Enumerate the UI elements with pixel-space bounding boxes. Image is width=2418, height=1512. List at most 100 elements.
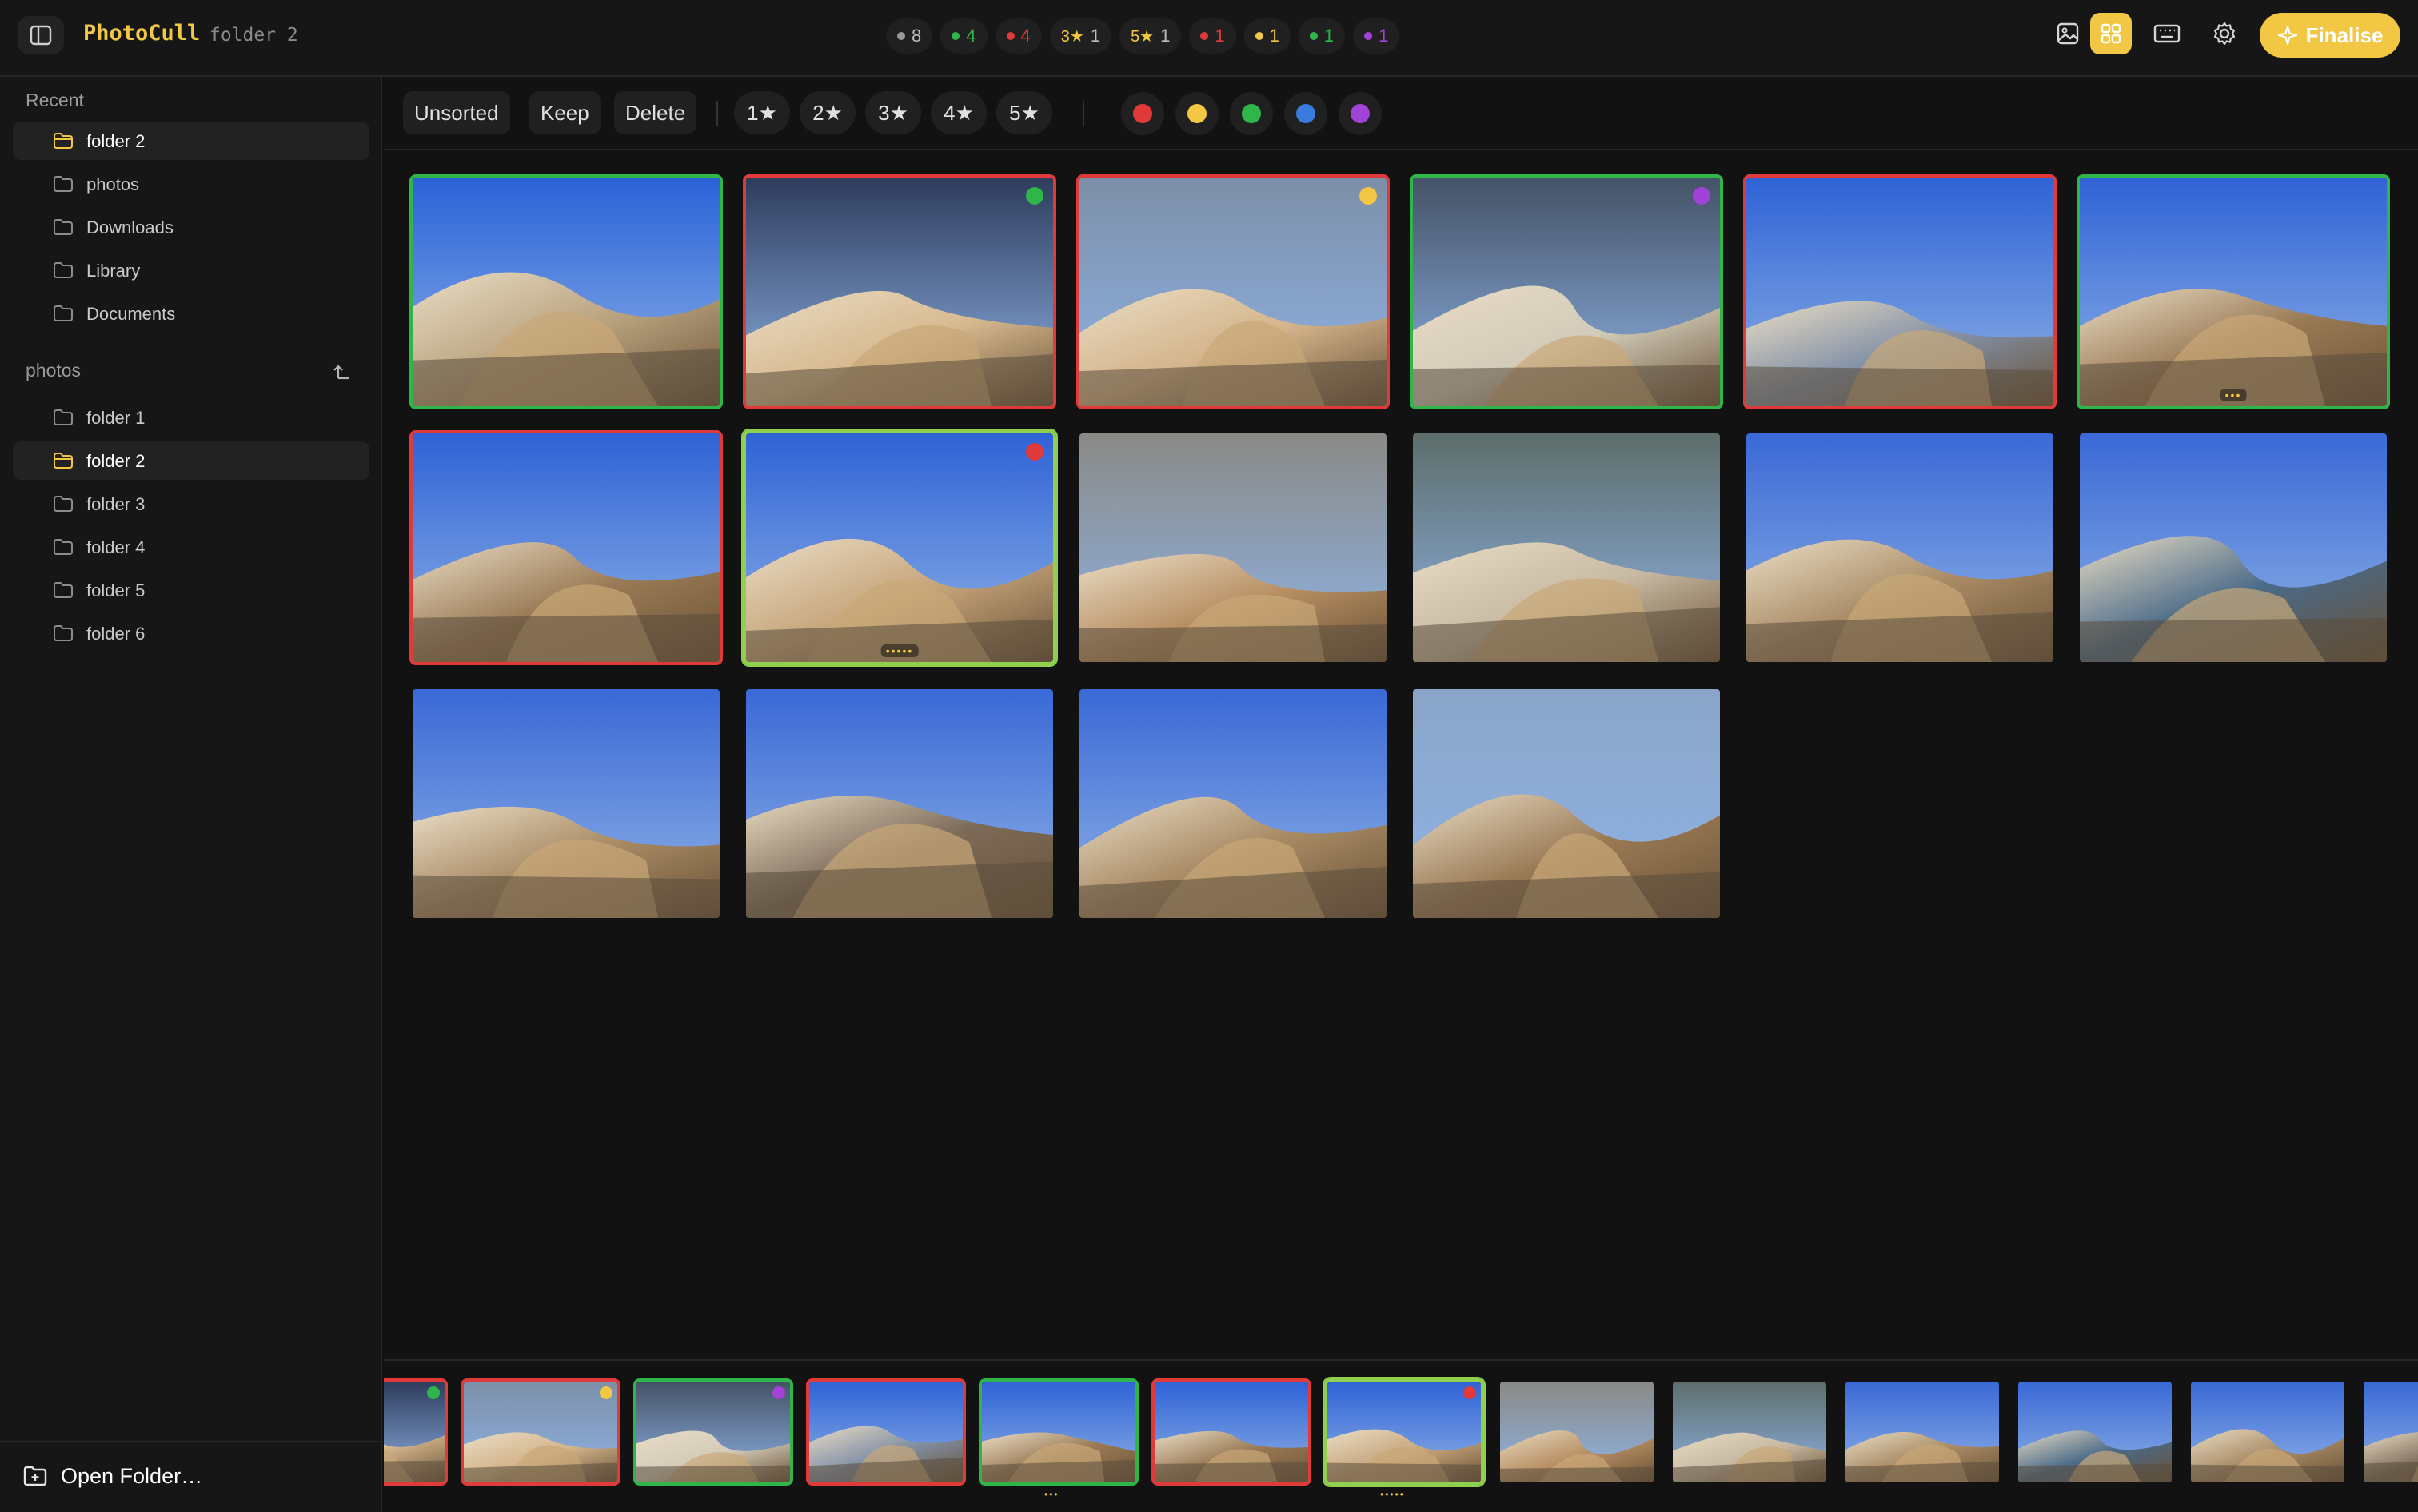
photo-tile[interactable]: [409, 174, 723, 409]
recent-heading: Recent: [26, 90, 84, 110]
filmstrip-thumb[interactable]: [2360, 1378, 2418, 1486]
sidebar-item-folder-5[interactable]: folder 5: [13, 571, 369, 609]
single-view-button[interactable]: [2047, 13, 2089, 54]
filmstrip-thumb[interactable]: [1497, 1378, 1657, 1486]
app-title: PhotoCull: [83, 21, 201, 46]
grid-view-button[interactable]: [2090, 13, 2132, 54]
stat-chip: 4: [995, 18, 1042, 54]
go-up-icon[interactable]: [331, 361, 352, 386]
sidebar-item-library[interactable]: Library: [13, 251, 369, 289]
photo-thumbnail: [413, 433, 720, 662]
sidebar-item-folder-3[interactable]: folder 3: [13, 485, 369, 523]
filmstrip-thumb[interactable]: [461, 1378, 620, 1486]
filter-3-star-button[interactable]: 3★: [865, 91, 921, 134]
folder-icon: [53, 409, 74, 431]
sidebar-item-downloads[interactable]: Downloads: [13, 208, 369, 246]
photo-tile[interactable]: •••••: [743, 430, 1056, 665]
stat-star-label: 3★: [1060, 27, 1084, 46]
stat-count: 1: [1160, 26, 1171, 46]
filmstrip-thumbnail: [1327, 1382, 1481, 1482]
filmstrip-thumb[interactable]: [1324, 1378, 1484, 1486]
filmstrip-thumb[interactable]: [979, 1378, 1139, 1486]
filter-yellow-button[interactable]: [1175, 92, 1219, 135]
sidebar-item-folder-2[interactable]: folder 2: [13, 122, 369, 160]
sidebar-item-folder-6[interactable]: folder 6: [13, 614, 369, 652]
filmstrip-thumb[interactable]: [1670, 1378, 1829, 1486]
filmstrip-thumb[interactable]: [2188, 1378, 2348, 1486]
color-label-dot-icon: [427, 1386, 440, 1399]
photo-tile[interactable]: [1410, 686, 1723, 921]
stat-chip: 3★ 1: [1049, 18, 1112, 54]
photo-thumbnail: [746, 689, 1053, 918]
filter-blue-button[interactable]: [1284, 92, 1327, 135]
sidebar-item-documents[interactable]: Documents: [13, 294, 369, 333]
photo-tile[interactable]: [1410, 430, 1723, 665]
filter-5-star-button[interactable]: 5★: [996, 91, 1052, 134]
sidebar-toggle-button[interactable]: [18, 16, 64, 54]
photo-tile[interactable]: [1410, 174, 1723, 409]
stat-count: 1: [1269, 26, 1279, 46]
rating-dots: •••: [1044, 1489, 1059, 1500]
filter-4-star-button[interactable]: 4★: [931, 91, 987, 134]
open-folder-button[interactable]: Open Folder…: [22, 1460, 202, 1492]
finalise-button[interactable]: Finalise: [2260, 13, 2400, 58]
filter-red-button[interactable]: [1121, 92, 1164, 135]
filmstrip-thumbnail: [464, 1382, 617, 1482]
folder-icon: [53, 495, 74, 517]
photo-tile[interactable]: [743, 686, 1056, 921]
photo-tile[interactable]: [409, 430, 723, 665]
filter-delete-button[interactable]: Delete: [614, 91, 697, 134]
stat-dot-icon: [1364, 32, 1373, 40]
filter-keep-button[interactable]: Keep: [529, 91, 601, 134]
stat-chip: 1: [1298, 18, 1346, 54]
photo-thumbnail: [1079, 178, 1387, 406]
open-folder-label: Open Folder…: [61, 1463, 203, 1488]
sidebar-item-folder-1[interactable]: folder 1: [13, 398, 369, 437]
photo-tile[interactable]: [743, 174, 1056, 409]
settings-button[interactable]: [2204, 13, 2245, 54]
folder-icon: [53, 218, 74, 241]
filter-purple-button[interactable]: [1339, 92, 1382, 135]
photo-tile[interactable]: [1076, 430, 1390, 665]
keyboard-shortcuts-button[interactable]: [2146, 13, 2188, 54]
sidebar-item-label: Library: [86, 261, 141, 281]
filter-green-button[interactable]: [1230, 92, 1273, 135]
stat-chip: 8: [886, 18, 933, 54]
filter-2-star-button[interactable]: 2★: [800, 91, 856, 134]
stats-bar: 8 4 4 3★ 1 5★ 1 1 1 1 1: [886, 18, 1400, 54]
photo-tile[interactable]: [1743, 174, 2057, 409]
photo-tile[interactable]: [1076, 174, 1390, 409]
filter-unsorted-button[interactable]: Unsorted: [403, 91, 510, 134]
stat-count: 4: [966, 26, 976, 46]
sidebar-toggle-icon: [30, 25, 52, 46]
filmstrip-thumbnail: [809, 1382, 963, 1482]
photo-tile[interactable]: [2077, 430, 2390, 665]
sidebar-item-photos[interactable]: photos: [13, 165, 369, 203]
filmstrip-thumbnail: [1673, 1382, 1826, 1482]
folder-icon: [53, 538, 74, 561]
filmstrip-thumb[interactable]: [2015, 1378, 2175, 1486]
keyboard-icon: [2153, 24, 2181, 43]
photo-thumbnail: [1413, 689, 1720, 918]
color-dot-icon: [1296, 104, 1315, 123]
filmstrip-thumb[interactable]: [1151, 1378, 1311, 1486]
filmstrip-thumb[interactable]: [633, 1378, 793, 1486]
filmstrip-thumb[interactable]: [1842, 1378, 2002, 1486]
photo-tile[interactable]: [409, 686, 723, 921]
filter-1-star-button[interactable]: 1★: [734, 91, 790, 134]
sidebar-item-folder-2[interactable]: folder 2: [13, 441, 369, 480]
sidebar-item-label: folder 1: [86, 408, 146, 428]
stat-chip: 1: [1243, 18, 1291, 54]
filmstrip-thumb[interactable]: [384, 1378, 448, 1486]
stat-dot-icon: [897, 32, 905, 40]
sidebar-item-label: folder 2: [86, 451, 146, 471]
stat-count: 1: [1323, 26, 1335, 46]
photo-tile[interactable]: [1076, 686, 1390, 921]
photo-thumbnail: [1746, 433, 2053, 662]
sidebar-item-folder-4[interactable]: folder 4: [13, 528, 369, 566]
photo-tile[interactable]: [1743, 430, 2057, 665]
filmstrip-thumb[interactable]: [806, 1378, 966, 1486]
color-dot-icon: [1351, 104, 1370, 123]
filmstrip-thumbnail: [636, 1382, 790, 1482]
photo-tile[interactable]: •••: [2077, 174, 2390, 409]
